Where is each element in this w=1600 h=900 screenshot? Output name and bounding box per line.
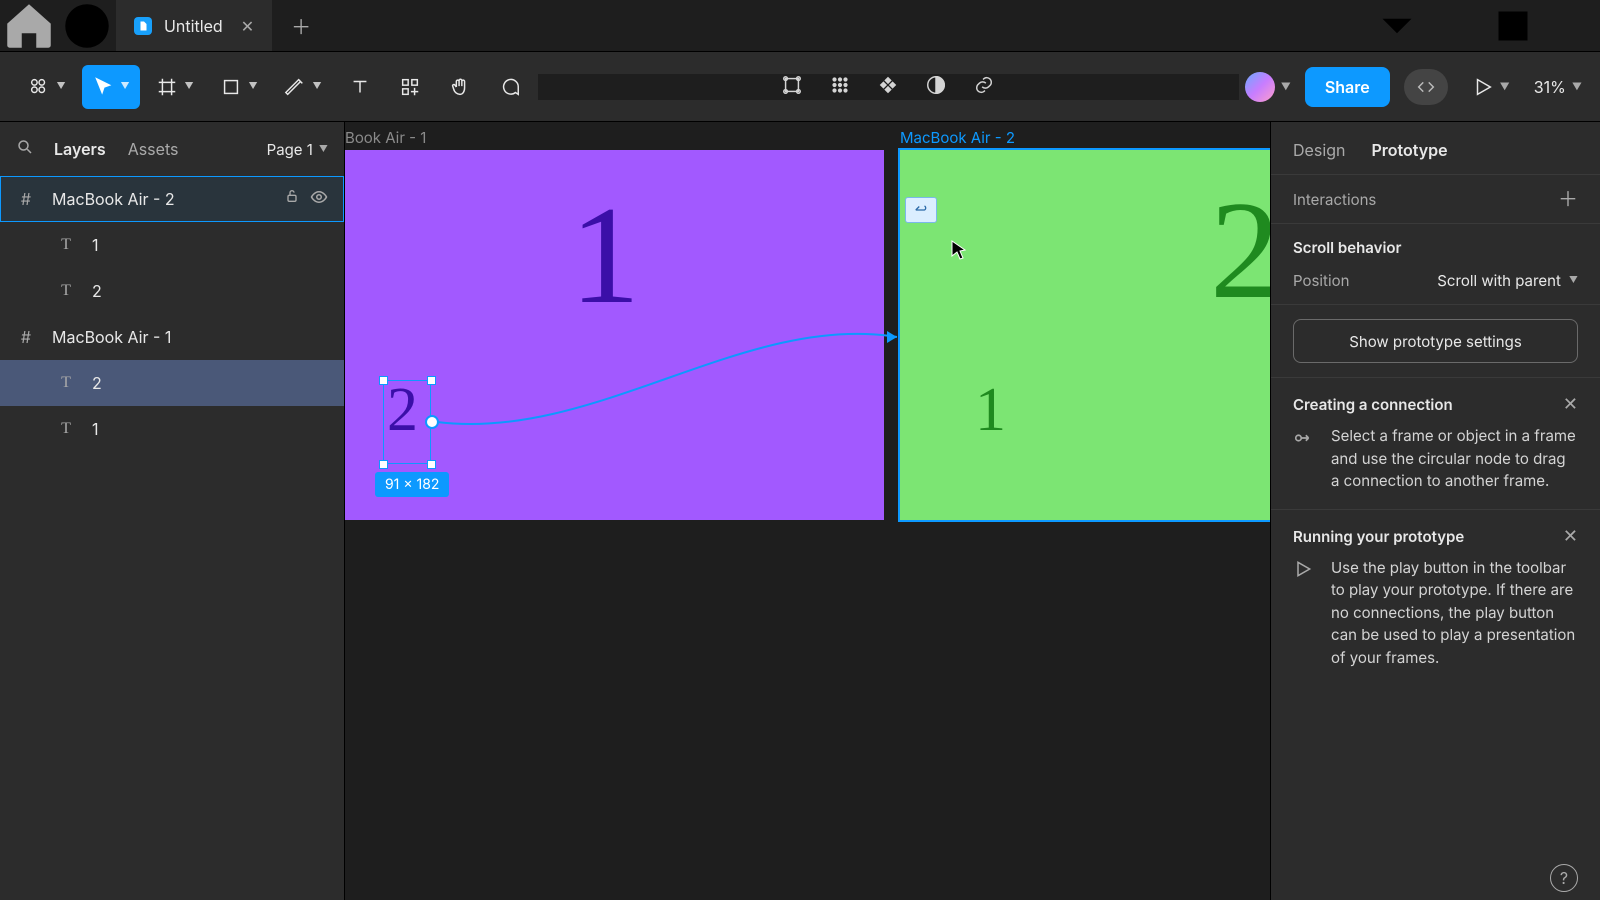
layer-text[interactable]: T 2 <box>0 360 344 406</box>
community-button[interactable] <box>58 0 116 51</box>
canvas[interactable]: Book Air - 1 MacBook Air - 2 1 2 91 × 18… <box>345 122 1270 900</box>
text-layer-icon: T <box>56 420 76 438</box>
minimize-button[interactable] <box>1426 0 1484 51</box>
window-controls <box>1368 0 1600 51</box>
figma-file-icon <box>134 17 152 35</box>
close-tip-button[interactable]: ✕ <box>1563 526 1578 547</box>
user-avatar-menu[interactable]: ▼ <box>1245 72 1291 102</box>
text-layer-icon: T <box>56 236 76 254</box>
tab-layers[interactable]: Layers <box>54 139 106 159</box>
selection-handle[interactable] <box>379 460 388 469</box>
frame-icon: # <box>16 327 36 347</box>
text-tool[interactable] <box>338 65 382 109</box>
show-prototype-settings-button[interactable]: Show prototype settings <box>1293 319 1578 363</box>
comment-tool[interactable] <box>488 65 532 109</box>
close-tab-button[interactable]: ✕ <box>241 16 254 36</box>
help-button[interactable]: ? <box>1550 864 1578 892</box>
frame-icon: # <box>16 189 36 209</box>
back-interaction-chip[interactable] <box>905 197 937 223</box>
tab-prototype[interactable]: Prototype <box>1371 140 1447 160</box>
connection-icon <box>1293 427 1315 493</box>
tab-assets[interactable]: Assets <box>128 139 179 159</box>
close-tip-button[interactable]: ✕ <box>1563 394 1578 415</box>
frame-label[interactable]: Book Air - 1 <box>345 128 426 147</box>
document-tab[interactable]: Untitled ✕ <box>116 0 272 51</box>
layer-frame[interactable]: # MacBook Air - 2 <box>0 176 344 222</box>
maximize-button[interactable] <box>1484 0 1542 51</box>
tip-title: Creating a connection <box>1293 395 1453 414</box>
edit-object-icon[interactable] <box>781 74 803 100</box>
right-panel: Design Prototype Interactions ＋ Scroll b… <box>1270 122 1600 900</box>
pen-tool[interactable]: ▼ <box>274 65 332 109</box>
home-button[interactable] <box>0 0 58 51</box>
new-tab-button[interactable]: ＋ <box>272 0 330 51</box>
scroll-behavior-title: Scroll behavior <box>1293 238 1578 257</box>
prototype-connection-node[interactable] <box>425 415 439 429</box>
resources-tool[interactable] <box>388 65 432 109</box>
document-title: Untitled <box>164 16 223 36</box>
visibility-icon[interactable] <box>310 188 328 210</box>
layer-label: 1 <box>92 419 99 439</box>
tab-design[interactable]: Design <box>1293 140 1345 160</box>
title-bar: Untitled ✕ ＋ <box>0 0 1600 52</box>
text-layer-icon: T <box>56 282 76 300</box>
layer-label: MacBook Air - 2 <box>52 189 175 209</box>
canvas-text[interactable]: 1 <box>975 375 1006 446</box>
layer-label: 1 <box>92 235 99 255</box>
link-icon[interactable] <box>973 74 995 100</box>
canvas-frame-b[interactable]: 2 1 <box>900 150 1270 520</box>
layer-text[interactable]: T 1 <box>0 406 344 452</box>
zoom-select[interactable]: 31% ▼ <box>1534 77 1582 97</box>
mask-icon[interactable] <box>925 74 947 100</box>
tip-title: Running your prototype <box>1293 527 1464 546</box>
selection-handle[interactable] <box>379 376 388 385</box>
layer-text[interactable]: T 2 <box>0 268 344 314</box>
layer-frame[interactable]: # MacBook Air - 1 <box>0 314 344 360</box>
dev-mode-toggle[interactable] <box>1404 69 1448 105</box>
layer-label: 2 <box>92 373 102 393</box>
play-icon <box>1293 559 1315 670</box>
layer-text[interactable]: T 1 <box>0 222 344 268</box>
interactions-label: Interactions <box>1293 190 1376 209</box>
cursor-icon <box>950 240 970 266</box>
scroll-position-select[interactable]: Scroll with parent ▼ <box>1437 271 1578 290</box>
main-menu-button[interactable]: ▼ <box>18 65 76 109</box>
selection-dimensions: 91 × 182 <box>375 472 449 497</box>
left-panel: Layers Assets Page 1 ▼ # MacBook Air - 2… <box>0 122 345 900</box>
hand-tool[interactable] <box>438 65 482 109</box>
canvas-text[interactable]: 2 <box>1210 170 1270 331</box>
present-button[interactable]: ▼ <box>1472 76 1510 98</box>
selection-handle[interactable] <box>427 376 436 385</box>
tip-body: Use the play button in the toolbar to pl… <box>1331 557 1578 670</box>
add-interaction-button[interactable]: ＋ <box>1558 189 1578 209</box>
text-layer-icon: T <box>56 374 76 392</box>
shape-tool[interactable]: ▼ <box>210 65 268 109</box>
frame-tool[interactable]: ▼ <box>146 65 204 109</box>
close-window-button[interactable] <box>1542 0 1600 51</box>
tip-body: Select a frame or object in a frame and … <box>1331 425 1578 493</box>
layer-label: 2 <box>92 281 102 301</box>
component-set-icon[interactable] <box>829 74 851 100</box>
selection-handle[interactable] <box>427 460 436 469</box>
layer-label: MacBook Air - 1 <box>52 327 171 347</box>
selection-box <box>383 380 431 464</box>
search-icon[interactable] <box>16 138 34 160</box>
scroll-position-label: Position <box>1293 271 1349 290</box>
unlock-icon[interactable] <box>284 188 300 210</box>
page-select[interactable]: Page 1 ▼ <box>267 140 328 159</box>
avatar <box>1245 72 1275 102</box>
component-icon[interactable] <box>877 74 899 100</box>
frame-label[interactable]: MacBook Air - 2 <box>900 128 1015 147</box>
chevron-down-icon[interactable] <box>1368 0 1426 51</box>
share-button[interactable]: Share <box>1305 67 1390 107</box>
canvas-frame-a[interactable]: 1 2 <box>345 150 884 520</box>
canvas-text[interactable]: 1 <box>570 175 640 336</box>
toolbar: ▼ ▼ ▼ ▼ ▼ ▼ Share <box>0 52 1600 122</box>
move-tool[interactable]: ▼ <box>82 65 140 109</box>
